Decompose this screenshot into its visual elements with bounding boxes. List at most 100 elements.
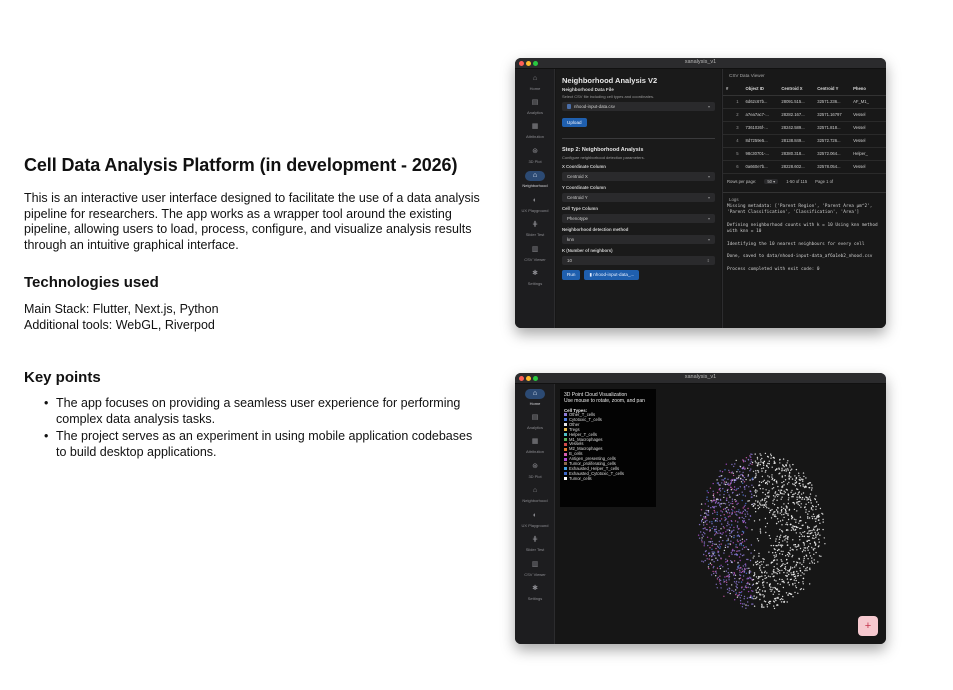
cloud-point xyxy=(712,567,714,569)
rows-per-page-select[interactable]: 50 ▾ xyxy=(764,178,779,184)
cloud-point xyxy=(794,591,796,594)
cloud-point xyxy=(717,482,719,484)
nav-item-3d-plot[interactable]: ⊛ 3D Plot xyxy=(515,147,555,171)
nav-item-home[interactable]: ⌂ Home xyxy=(515,389,555,413)
column-header[interactable]: Centroid Y xyxy=(814,82,851,96)
cloud-point xyxy=(796,496,798,498)
table-row[interactable]: 5 98c30701-... 28380.318... 32572.064... Hel… xyxy=(723,147,886,161)
cloud-point xyxy=(716,567,719,569)
cloud-point xyxy=(788,552,790,554)
cloud-point xyxy=(811,546,813,549)
cloud-point xyxy=(724,478,726,480)
cloud-point xyxy=(718,530,720,532)
cloud-point xyxy=(793,575,796,578)
cloud-point xyxy=(744,460,746,462)
nav-item-csv-viewer[interactable]: ▥ CSV Viewer xyxy=(515,560,555,584)
cloud-point xyxy=(775,599,777,602)
cloud-point xyxy=(765,469,767,472)
nav-item-analytics[interactable]: ▤ Analytics xyxy=(515,413,555,437)
column-header[interactable]: Object ID xyxy=(742,82,779,96)
cloud-point xyxy=(724,516,726,519)
cloud-point xyxy=(731,500,734,502)
nav-item-csv-viewer[interactable]: ▥ CSV Viewer xyxy=(515,245,555,269)
point-cloud-canvas[interactable]: 3D Point Cloud Visualization Use mouse t… xyxy=(556,384,886,644)
cloud-point xyxy=(779,598,781,601)
table-cell: 28380.318... xyxy=(778,147,815,161)
table-row[interactable]: 3 7361026f-... 28242.589... 32571.818... Ves… xyxy=(723,121,886,135)
add-button[interactable]: + xyxy=(858,616,878,636)
nav-item-neighborhood[interactable]: ⌂ Neighborhood xyxy=(515,171,555,195)
cloud-point xyxy=(799,547,802,550)
nav-item-3d-plot[interactable]: ⊛ 3D Plot xyxy=(515,462,555,486)
nav-item-attribution[interactable]: ▦ Attribution xyxy=(515,437,555,461)
cloud-point xyxy=(755,470,757,472)
cloud-point xyxy=(740,591,742,594)
table-row[interactable]: 2 a7ea7ac7-... 28282.167... 32571.16797 Vess… xyxy=(723,108,886,122)
cloud-point xyxy=(792,554,794,557)
cloud-point xyxy=(718,484,720,486)
nav-item-settings[interactable]: ✱ Settings xyxy=(515,269,555,293)
parameter-select[interactable]: Centroid X ▾ xyxy=(562,172,715,181)
cloud-point xyxy=(746,582,748,585)
cloud-point xyxy=(711,540,713,543)
cloud-point xyxy=(774,551,777,554)
cloud-point xyxy=(782,550,784,553)
cloud-point xyxy=(766,604,768,606)
cloud-point xyxy=(786,578,789,580)
cloud-point xyxy=(713,497,715,499)
file-select[interactable]: nhood-input-data.csv ▾ xyxy=(562,102,715,111)
cloud-point xyxy=(773,566,775,568)
nav-item-label: CSV Viewer xyxy=(524,257,546,262)
cloud-point xyxy=(742,475,744,478)
cloud-point xyxy=(795,563,798,566)
column-header[interactable]: Pheno xyxy=(850,82,886,96)
parameter-select[interactable]: knn ▾ xyxy=(562,235,715,244)
table-body: 1 6d62c67b... 28091.515... 32571.236... AF_M… xyxy=(723,95,886,174)
point-cloud-plot[interactable] xyxy=(676,439,846,619)
k-number-input[interactable]: 10 ⇕ xyxy=(562,256,715,265)
cloud-point xyxy=(809,530,811,532)
cloud-point xyxy=(780,489,782,491)
table-row[interactable]: 1 6d62c67b... 28091.515... 32571.236... AF_M… xyxy=(723,95,886,109)
nav-item-home[interactable]: ⌂ Home xyxy=(515,74,555,98)
cloud-point xyxy=(743,486,746,488)
table-row[interactable]: 6 0a660e7b... 28228.602... 32578.054... Vess… xyxy=(723,160,886,174)
cloud-point xyxy=(749,587,752,589)
cloud-point xyxy=(705,512,707,514)
cloud-point xyxy=(777,583,779,585)
table-row[interactable]: 4 8d7259e5... 28138.849... 32572.726... Vess… xyxy=(723,134,886,148)
table-cell: 28228.602... xyxy=(778,160,815,174)
cloud-point xyxy=(766,483,769,485)
parameter-select[interactable]: Centroid Y ▾ xyxy=(562,193,715,202)
upload-button[interactable]: Upload xyxy=(562,118,587,127)
parameter-select[interactable]: Phenotype ▾ xyxy=(562,214,715,223)
cloud-point xyxy=(789,464,791,466)
cloud-point xyxy=(735,494,738,497)
column-header[interactable]: Centroid X xyxy=(778,82,815,96)
nav-item-neighborhood[interactable]: ⌂ Neighborhood xyxy=(515,486,555,510)
cloud-point xyxy=(733,550,736,552)
column-header[interactable]: # xyxy=(723,82,743,96)
nav-item-ux-playground[interactable]: ◐ UX Playground xyxy=(515,196,555,220)
nav-item-settings[interactable]: ✱ Settings xyxy=(515,584,555,608)
run-button[interactable]: Run xyxy=(562,270,581,280)
nav-item-slider-test[interactable]: ⋕ Slider Test xyxy=(515,535,555,559)
cloud-point xyxy=(744,504,746,507)
cloud-point xyxy=(774,462,776,464)
cloud-point xyxy=(822,513,824,515)
legend-label: Tumor_cells xyxy=(569,475,592,481)
nav-item-slider-test[interactable]: ⋕ Slider Test xyxy=(515,220,555,244)
nav-item-ux-playground[interactable]: ◐ UX Playground xyxy=(515,511,555,535)
cloud-point xyxy=(796,561,798,563)
cloud-point xyxy=(719,575,721,577)
cloud-point xyxy=(723,481,726,483)
file-chip-button[interactable]: ▮ nhood-input-data_... xyxy=(584,270,640,280)
cloud-point xyxy=(775,555,777,557)
plot-3d-icon: ⊛ xyxy=(532,463,538,470)
nav-item-attribution[interactable]: ▦ Attribution xyxy=(515,122,555,146)
cloud-point xyxy=(743,506,745,508)
cloud-point xyxy=(813,526,816,528)
cloud-point xyxy=(811,560,813,562)
cloud-point xyxy=(703,543,706,545)
nav-item-analytics[interactable]: ▤ Analytics xyxy=(515,98,555,122)
